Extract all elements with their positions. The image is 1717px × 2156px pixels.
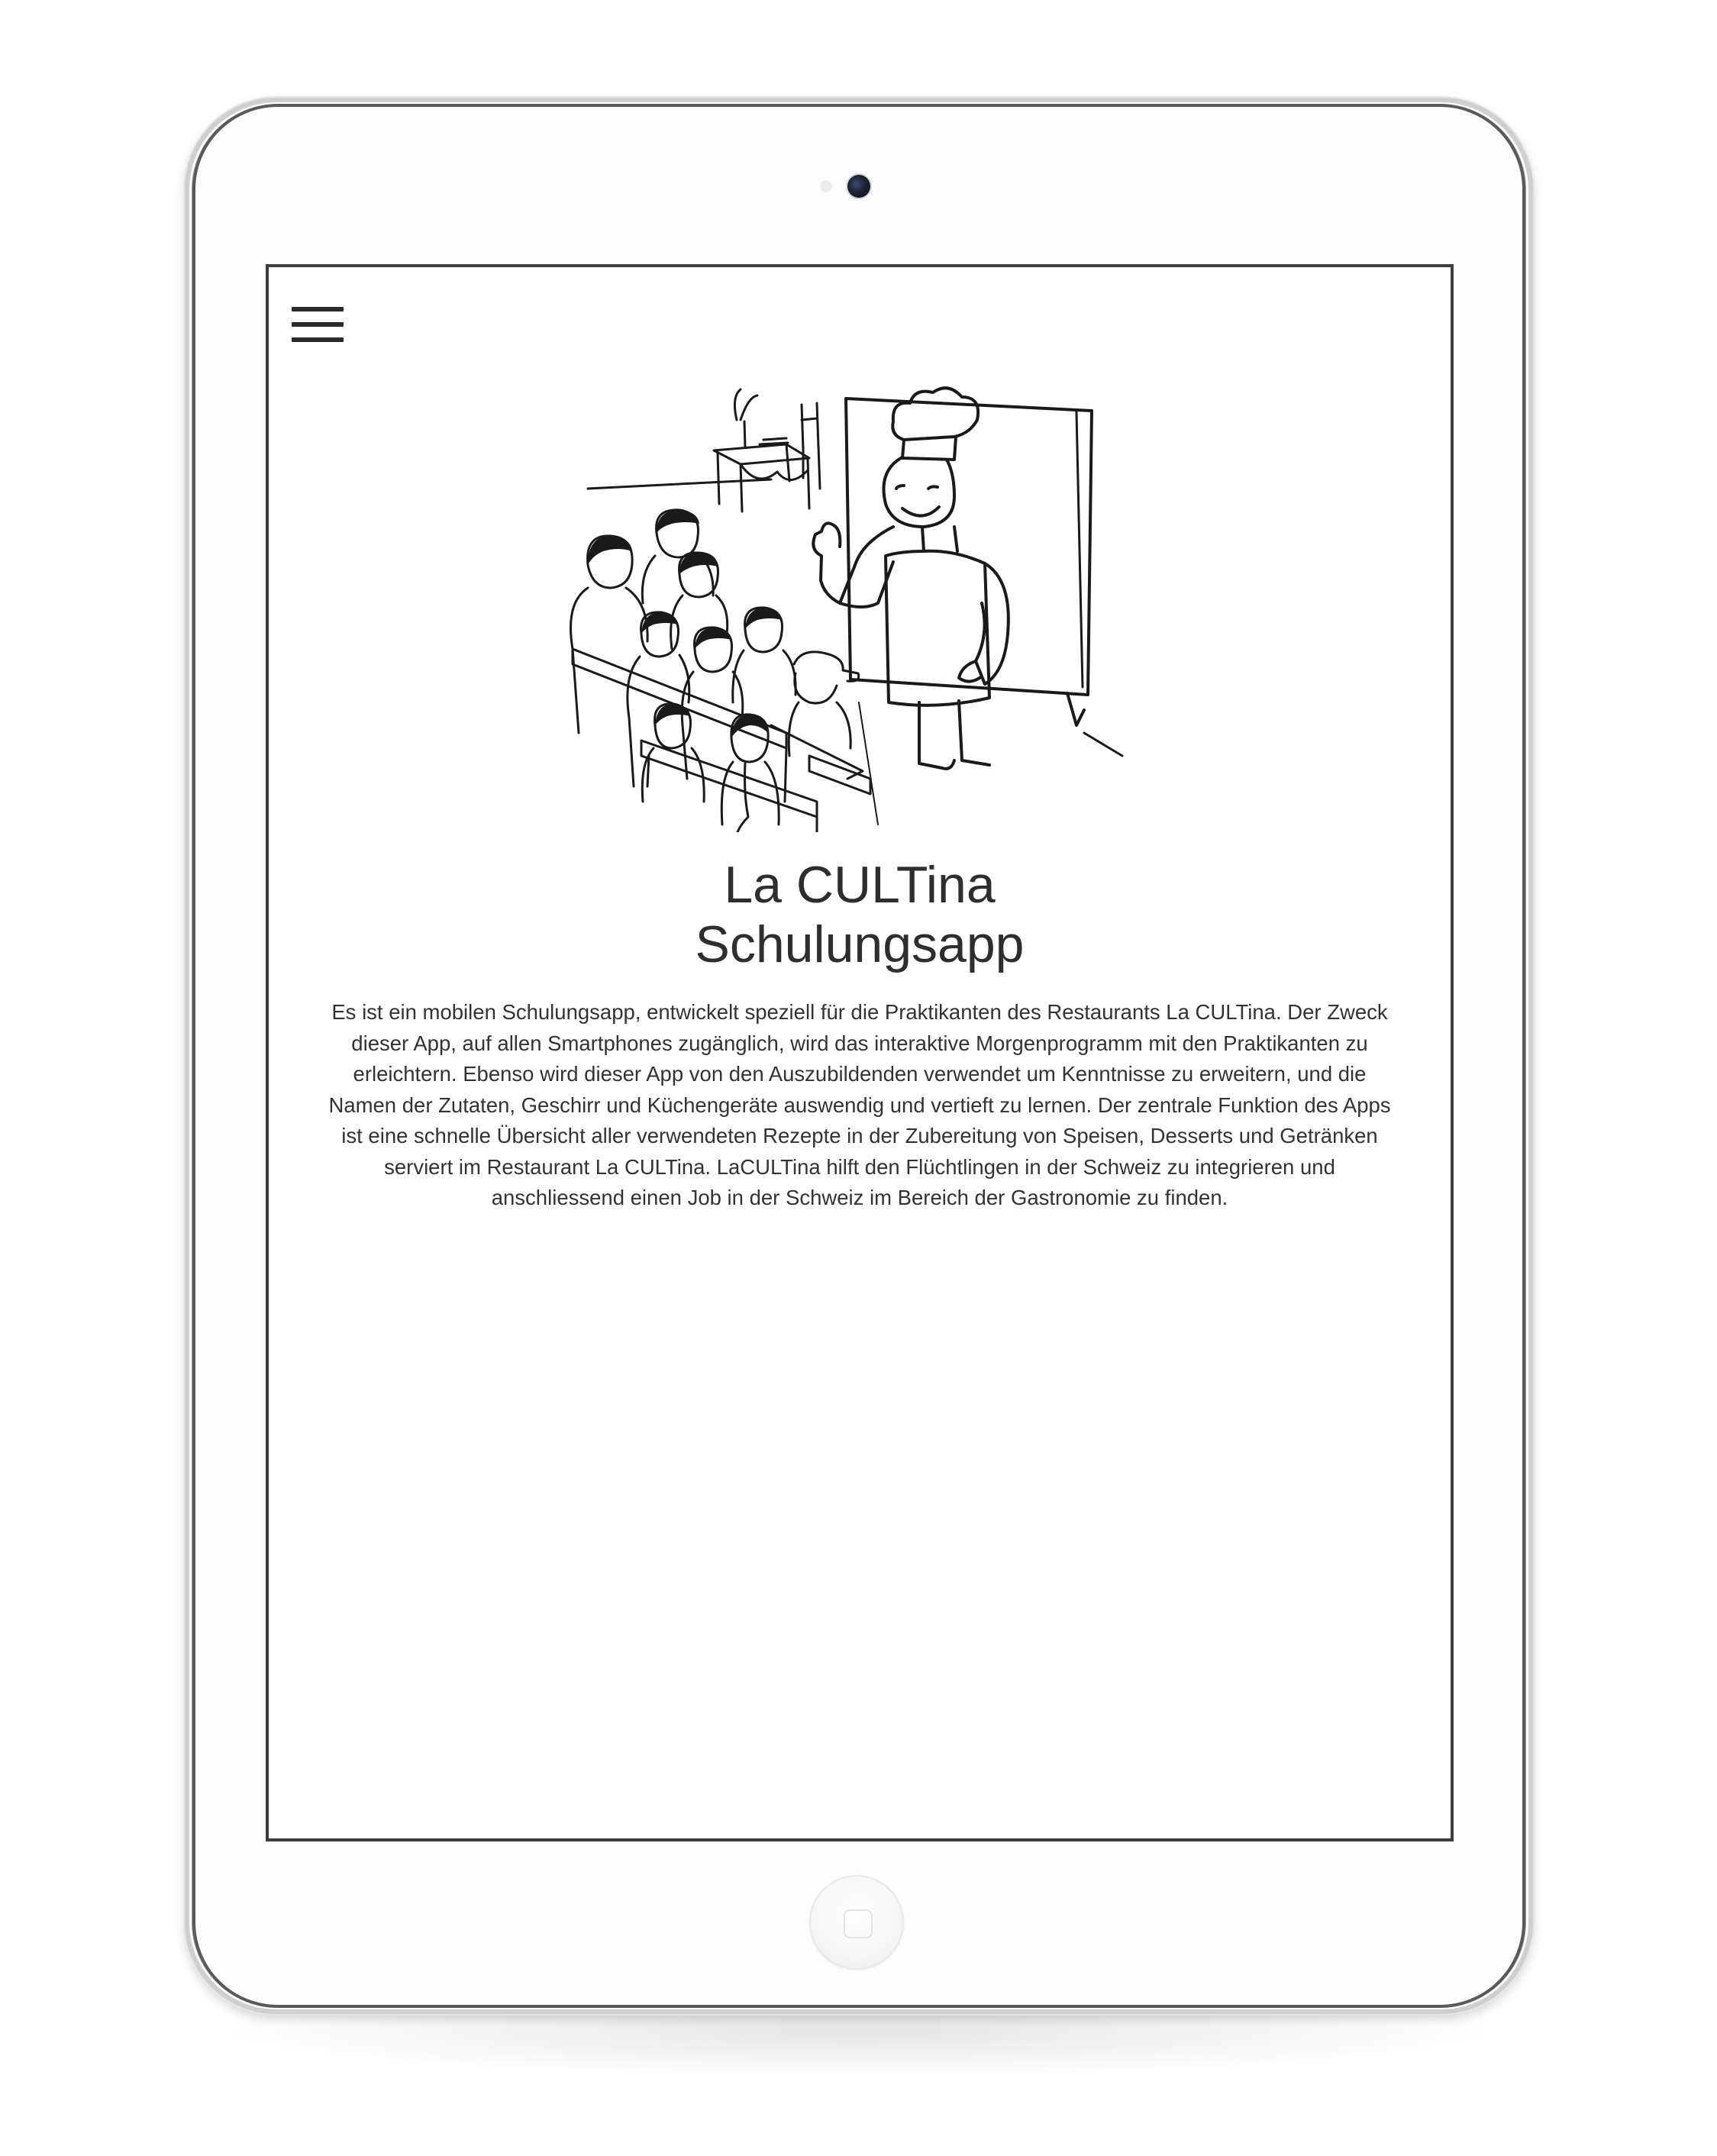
app-title-line1: La CULTina [724,856,996,914]
description-line: ist eine schnelle Übersicht aller verwen… [341,1124,1378,1147]
background-table [712,388,821,513]
hamburger-menu-icon[interactable] [292,305,344,345]
description-line: serviert im Restaurant La CULTina. LaCUL… [384,1154,1335,1179]
description-line: Es ist ein mobilen Schulungsapp, entwick… [331,1000,1388,1024]
description-line: anschliessend einen Job in der Schweiz i… [491,1186,1228,1209]
home-square-icon [844,1909,873,1938]
app-title: La CULTina Schulungsapp [269,855,1451,974]
menu-bar-bottom [292,337,344,342]
hair-shading [588,510,782,737]
ambient-sensor [820,180,832,192]
home-button[interactable] [809,1875,904,1970]
students [570,508,860,832]
menu-bar-middle [292,322,344,327]
app-title-line2: Schulungsapp [695,915,1025,973]
front-camera-icon [847,175,870,198]
tablet-screen: La CULTina Schulungsapp Es ist ein mobil… [266,264,1454,1841]
description-line: dieser App, auf allen Smartphones zugäng… [351,1031,1368,1055]
menu-bar-top [292,307,344,311]
app-description: Es ist ein mobilen Schulungsapp, entwick… [313,997,1406,1214]
hero-illustration [570,386,1124,832]
description-line: erleichtern. Ebenso wird dieser App von … [353,1062,1367,1086]
description-line: Namen der Zutaten, Geschirr und Küchenge… [328,1093,1391,1117]
